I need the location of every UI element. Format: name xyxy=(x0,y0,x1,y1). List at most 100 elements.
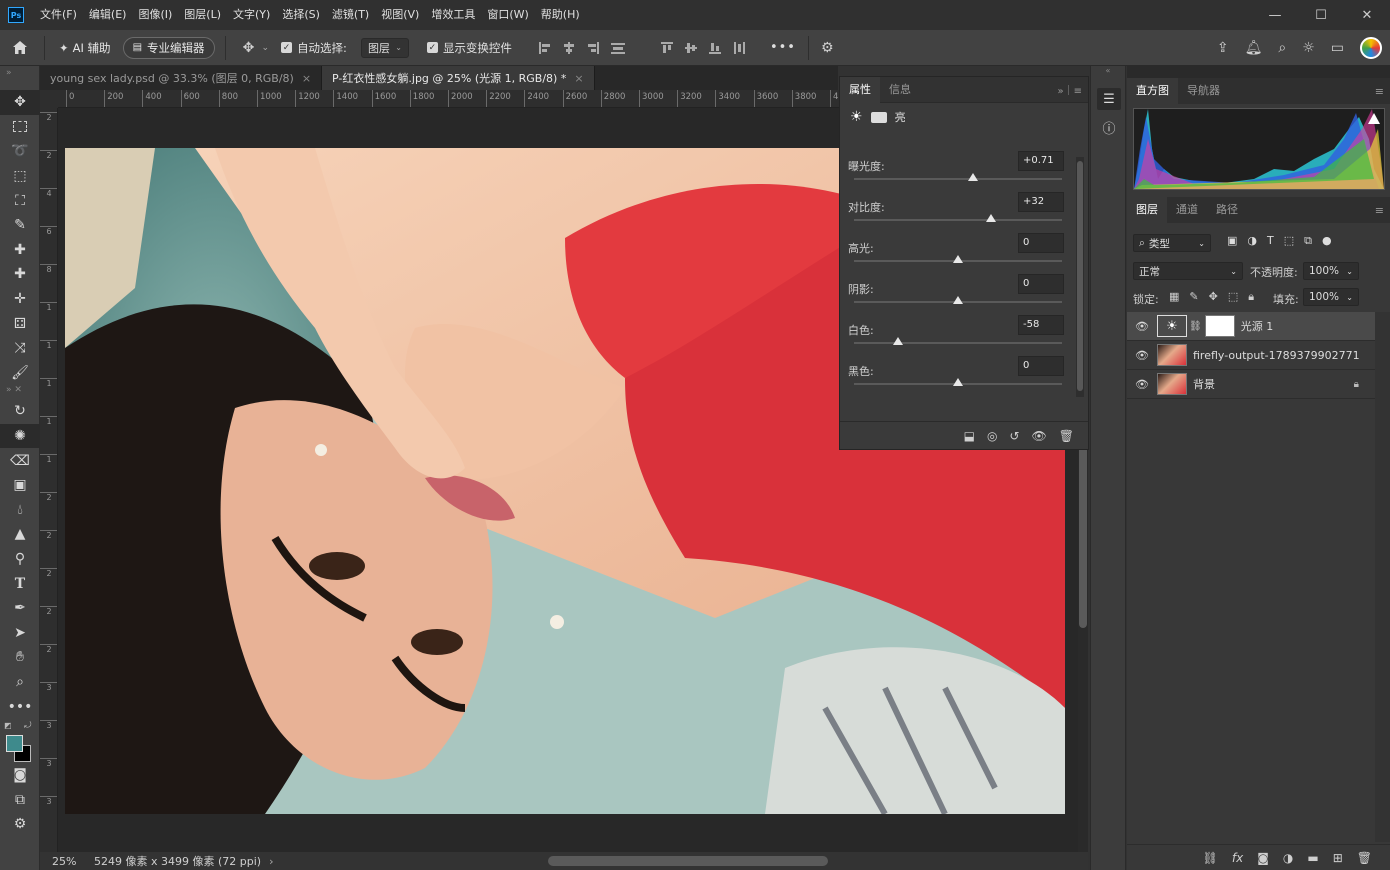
dodge-tool-icon[interactable]: ⚲ xyxy=(0,547,40,572)
layer-mask-thumbnail[interactable] xyxy=(1204,315,1235,337)
tab-channels[interactable]: 通道 xyxy=(1167,197,1207,223)
brightness-icon[interactable]: ☀ xyxy=(850,109,863,125)
stamp-tool-icon[interactable]: ⚃ xyxy=(0,311,40,336)
new-group-icon[interactable]: ▬ xyxy=(1307,851,1318,865)
type-tool-icon[interactable]: T xyxy=(0,571,40,596)
menu-help[interactable]: 帮助(H) xyxy=(535,0,586,30)
add-mask-icon[interactable]: ◙ xyxy=(1257,851,1269,865)
more-tools-icon[interactable]: ••• xyxy=(0,694,40,719)
lock-all-icon[interactable]: 🔒︎ xyxy=(1248,290,1254,304)
reset-icon[interactable]: ↺ xyxy=(1009,429,1019,443)
image-filter-icon[interactable]: ▣ xyxy=(1227,234,1237,248)
menu-file[interactable]: 文件(F) xyxy=(34,0,83,30)
sharpen-tool-icon[interactable]: ▲ xyxy=(0,522,40,547)
quick-mask-icon[interactable]: ◙ xyxy=(0,763,40,788)
collapse-icon[interactable]: « xyxy=(1091,66,1125,78)
tab-paths[interactable]: 路径 xyxy=(1207,197,1247,223)
adjustments-icon[interactable]: ☰ xyxy=(1097,88,1121,110)
tab-document-1[interactable]: young sex lady.psd @ 33.3% (图层 0, RGB/8)… xyxy=(40,66,323,90)
slider-value-input[interactable]: 0 xyxy=(1018,233,1064,253)
lightbulb-icon[interactable]: ☼ xyxy=(1302,40,1315,56)
collapse-icon[interactable]: » ✕ xyxy=(0,385,39,399)
ai-assist-button[interactable]: ✦ AI 辅助 xyxy=(53,37,117,59)
light-adjust-tool-icon[interactable]: ✺ xyxy=(0,423,40,449)
avatar[interactable] xyxy=(1360,36,1382,59)
menu-type[interactable]: 文字(Y) xyxy=(227,0,276,30)
slider-value-input[interactable]: 0 xyxy=(1018,356,1064,376)
pro-editor-button[interactable]: ▤ 专业编辑器 xyxy=(122,36,215,59)
maximize-button[interactable]: ☐ xyxy=(1298,0,1344,30)
menu-view[interactable]: 视图(V) xyxy=(375,0,425,30)
history-brush-tool-icon[interactable]: ↻ xyxy=(0,399,40,424)
close-tab-icon[interactable]: × xyxy=(574,72,583,85)
settings-gear-icon[interactable]: ⚙ xyxy=(821,40,834,56)
object-select-tool-icon[interactable]: ⬚ xyxy=(0,164,40,189)
layer-row[interactable]: 👁︎ ☀ ⛓ 光源 1 xyxy=(1127,312,1375,341)
bell-icon[interactable]: 🔔︎ xyxy=(1245,40,1263,56)
layer-row[interactable]: 👁︎ 背景 🔒︎ xyxy=(1127,370,1375,399)
swap-colors-icon[interactable]: ⤾ xyxy=(24,721,32,731)
shuffle-tool-icon[interactable]: ⤨ xyxy=(0,336,40,361)
hand-tool-icon[interactable]: ✋︎ xyxy=(0,645,40,670)
marquee-tool-icon[interactable] xyxy=(0,115,40,140)
collapse-icon[interactable]: » xyxy=(0,66,39,90)
link-icon[interactable]: ⛓ xyxy=(1189,321,1202,332)
mask-icon[interactable] xyxy=(870,111,887,123)
menu-edit[interactable]: 编辑(E) xyxy=(83,0,133,30)
slider-handle[interactable] xyxy=(953,378,963,386)
link-layers-icon[interactable]: ⛓ xyxy=(1203,851,1218,865)
close-button[interactable]: ✕ xyxy=(1344,0,1390,30)
tab-info[interactable]: 信息 xyxy=(880,77,920,103)
new-layer-icon[interactable]: ⊞ xyxy=(1333,851,1343,865)
align-right-icon[interactable] xyxy=(586,41,600,55)
panel-menu-icon[interactable]: ≡ xyxy=(1375,85,1390,98)
filter-toggle-icon[interactable]: ● xyxy=(1322,234,1332,248)
trash-icon[interactable]: 🗑︎ xyxy=(1357,851,1372,865)
patch-tool-icon[interactable]: ✚ xyxy=(0,262,40,287)
home-icon[interactable] xyxy=(0,30,40,66)
screen-mode-icon[interactable]: ⧉ xyxy=(0,787,40,812)
tab-histogram[interactable]: 直方图 xyxy=(1127,78,1178,104)
trash-icon[interactable]: 🗑︎ xyxy=(1059,429,1074,443)
slider-value-input[interactable]: 0 xyxy=(1018,274,1064,294)
properties-scrollbar[interactable] xyxy=(1076,157,1084,397)
brush-tool-icon[interactable]: 🖌︎ xyxy=(0,361,40,386)
gradient-tool-icon[interactable]: ▣ xyxy=(0,473,40,498)
move-tool-icon[interactable]: ✥ xyxy=(236,40,262,56)
opacity-input[interactable]: 100% ⌄ xyxy=(1303,262,1359,280)
chevron-right-icon[interactable]: › xyxy=(269,855,273,868)
zoom-level[interactable]: 25% xyxy=(40,855,82,868)
chevron-down-icon[interactable]: ⌄ xyxy=(262,43,270,53)
default-colors-icon[interactable]: ◩ xyxy=(4,721,12,730)
slider-handle[interactable] xyxy=(953,296,963,304)
slider-track[interactable] xyxy=(854,178,1062,180)
eyedropper-tool-icon[interactable]: ✎ xyxy=(0,213,40,238)
panel-menu-icon[interactable]: »｜≡ xyxy=(1058,82,1089,97)
search-icon[interactable]: ⌕ xyxy=(1278,40,1286,56)
visibility-eye-icon[interactable]: 👁︎ xyxy=(1032,429,1047,443)
new-adjustment-icon[interactable]: ◑ xyxy=(1283,851,1293,865)
healing-brush-tool-icon[interactable]: ✚ xyxy=(0,238,40,263)
close-tab-icon[interactable]: × xyxy=(302,72,311,85)
align-top-icon[interactable] xyxy=(660,41,674,55)
slider-handle[interactable] xyxy=(967,173,978,181)
slider-track[interactable] xyxy=(854,219,1062,221)
slider-handle[interactable] xyxy=(953,255,963,263)
lasso-tool-icon[interactable]: ➰ xyxy=(0,139,40,164)
path-select-tool-icon[interactable]: ➤ xyxy=(0,620,40,645)
more-options-button[interactable]: ••• xyxy=(770,40,796,55)
layer-filter-dropdown[interactable]: ⌕ 类型 ⌄ xyxy=(1133,234,1211,252)
view-previous-icon[interactable]: ◎ xyxy=(987,429,997,443)
crop-tool-icon[interactable]: ⛶ xyxy=(0,188,40,213)
fx-icon[interactable]: fx xyxy=(1232,851,1243,865)
tab-properties[interactable]: 属性 xyxy=(840,76,880,103)
align-middle-icon[interactable] xyxy=(684,41,698,55)
warning-icon[interactable] xyxy=(1368,113,1380,124)
menu-plugins[interactable]: 增效工具 xyxy=(425,0,481,30)
info-icon[interactable]: ⓘ xyxy=(1097,116,1121,138)
share-icon[interactable]: ⇪ xyxy=(1217,40,1229,56)
slider-value-input[interactable]: +0.71 xyxy=(1018,151,1064,171)
horizontal-scroll-thumb[interactable] xyxy=(547,856,828,866)
eraser-tool-icon[interactable]: ⌫ xyxy=(0,448,40,473)
distribute-icon[interactable] xyxy=(610,41,626,55)
